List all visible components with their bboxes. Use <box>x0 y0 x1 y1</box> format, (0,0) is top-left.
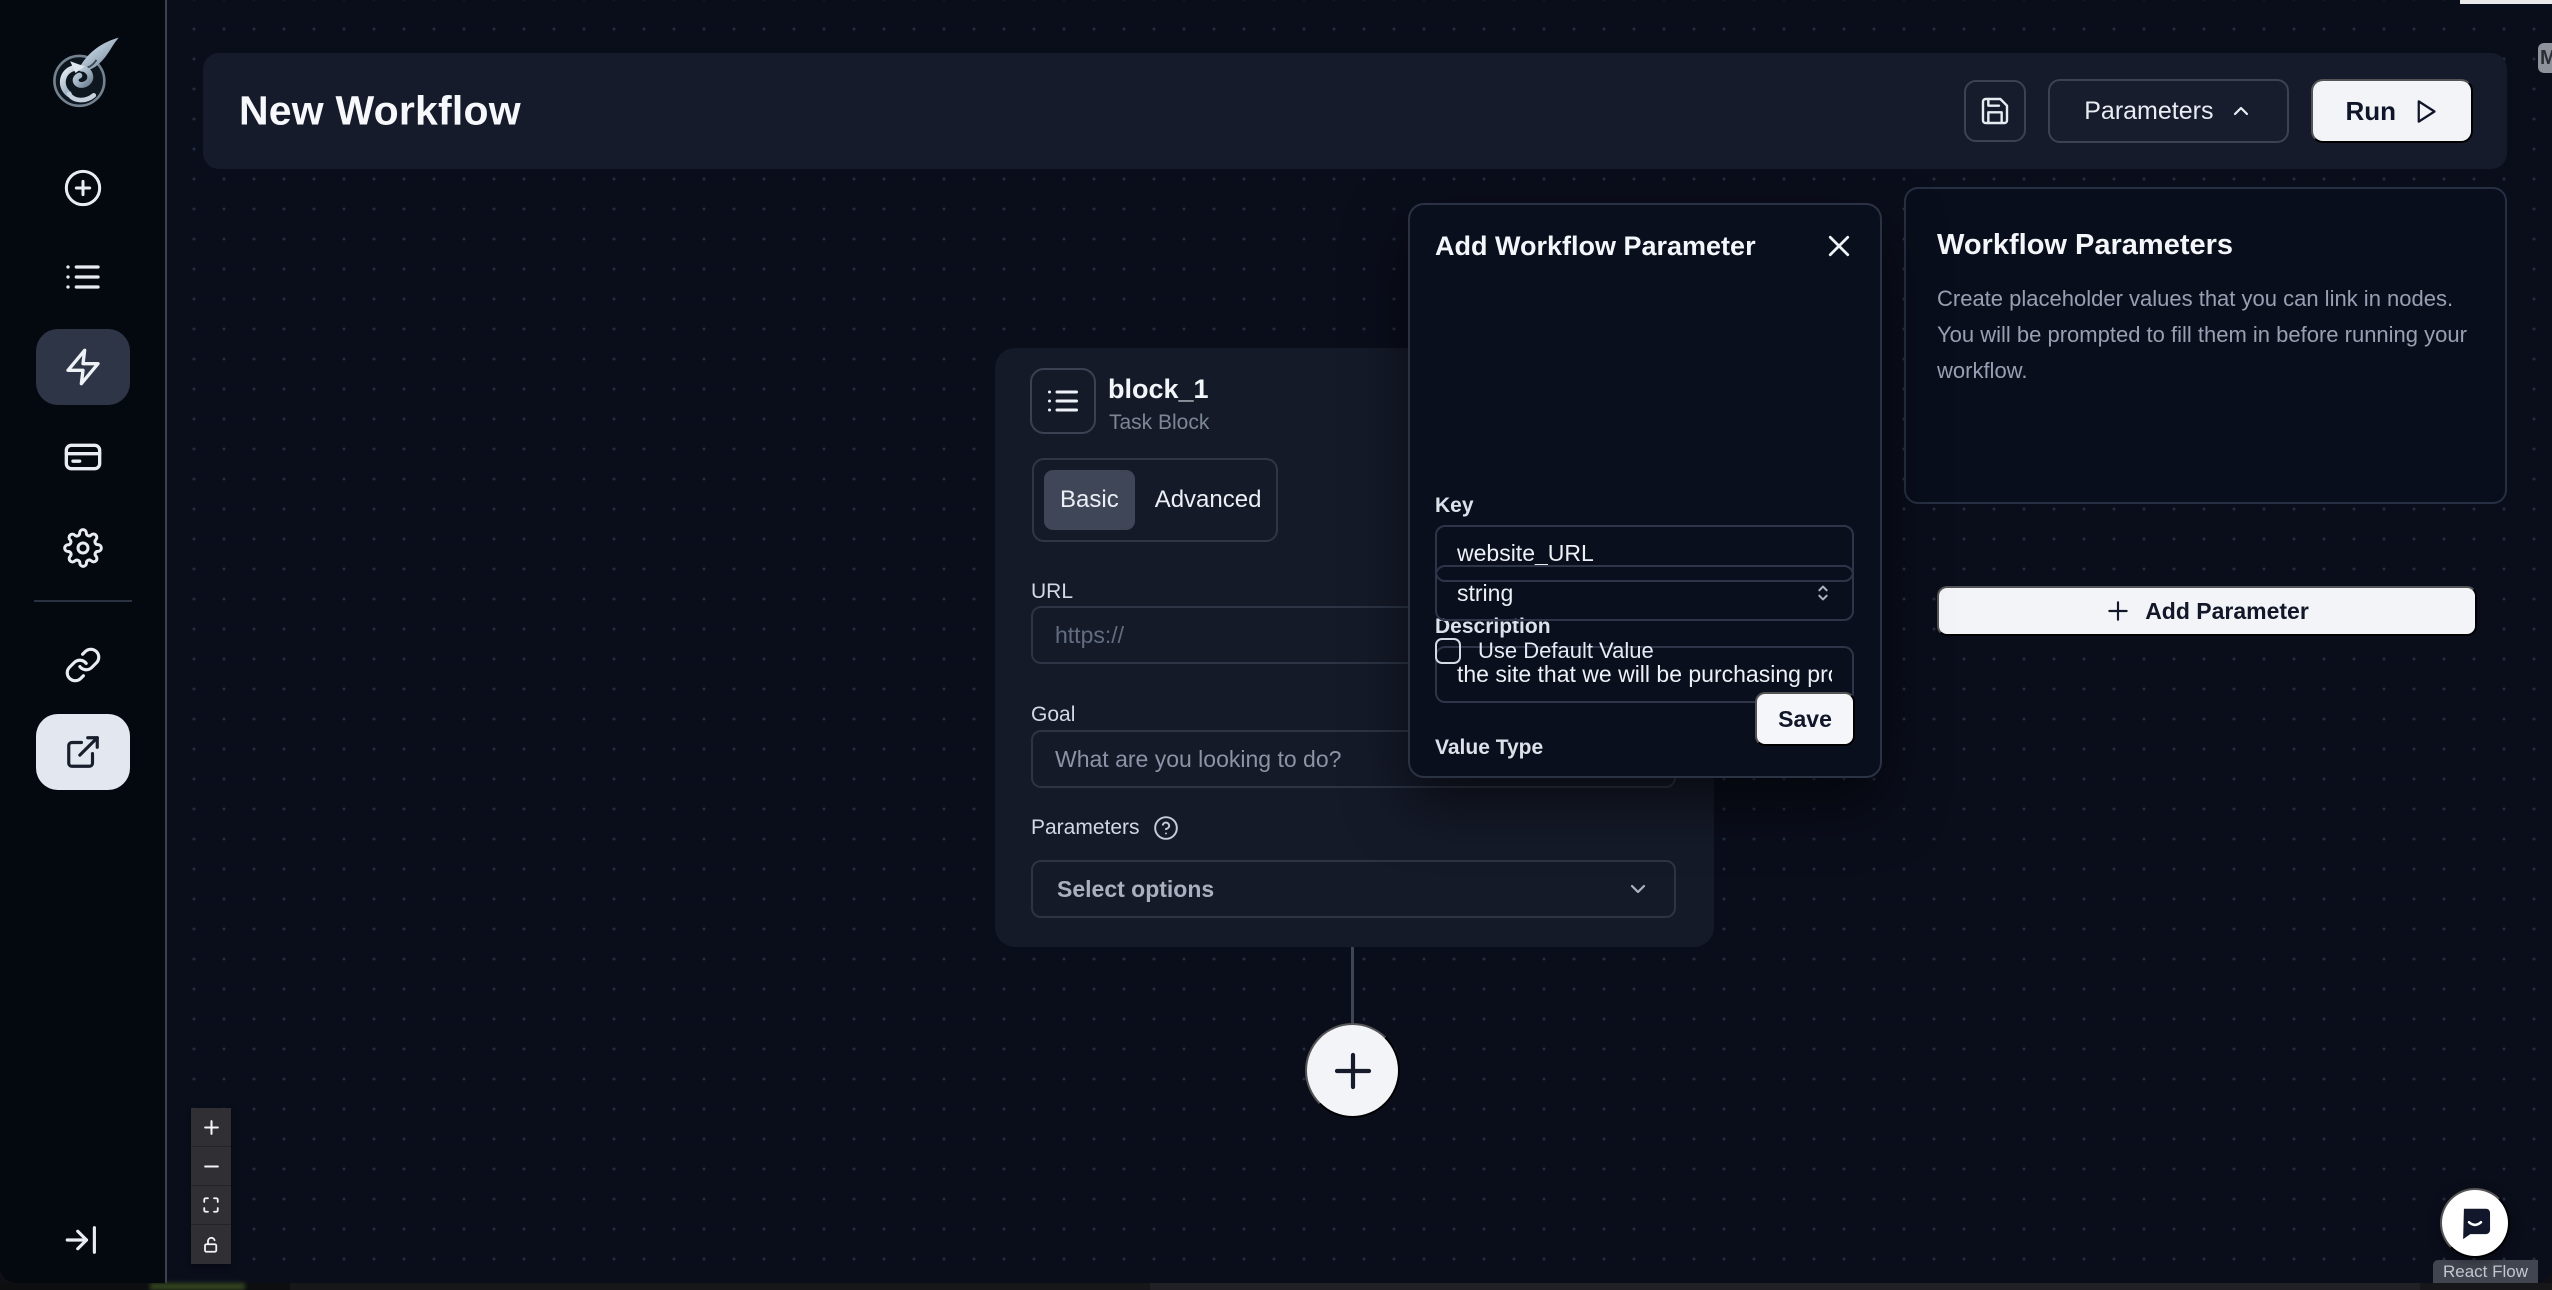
node-subtitle: Task Block <box>1109 411 1209 435</box>
chevron-up-icon <box>2229 99 2253 123</box>
attribution-label: React Flow <box>2443 1262 2528 1282</box>
close-button[interactable] <box>1822 229 1856 263</box>
add-node-button[interactable] <box>1305 1023 1400 1118</box>
add-parameter-label: Add Parameter <box>2145 598 2309 625</box>
unlock-icon <box>202 1236 220 1254</box>
top-edge-sliver <box>2460 0 2552 4</box>
header-bar: New Workflow Parameters Run <box>203 53 2507 169</box>
goal-label: Goal <box>1031 703 1075 727</box>
parameters-label: Parameters <box>1031 816 1140 840</box>
sidebar <box>0 0 167 1283</box>
clipped-overlay-fragment: M <box>2538 43 2552 73</box>
parameters-toggle-button[interactable]: Parameters <box>2048 79 2289 143</box>
edge-connector <box>1351 947 1354 1025</box>
zoom-out-button[interactable] <box>191 1147 231 1186</box>
zap-icon <box>63 347 103 387</box>
zoom-in-button[interactable] <box>191 1108 231 1147</box>
save-button-label: Save <box>1778 706 1832 733</box>
header-actions: Parameters Run <box>1964 79 2473 143</box>
support-chat-button[interactable] <box>2440 1188 2510 1258</box>
flow-controls <box>191 1108 231 1264</box>
play-icon <box>2412 98 2439 125</box>
plus-icon <box>2105 598 2131 624</box>
modal-title: Add Workflow Parameter <box>1435 231 1756 262</box>
parameters-row: Parameters <box>1031 815 1179 841</box>
fit-view-icon <box>202 1196 220 1214</box>
workflow-editor: New Workflow Parameters Run <box>0 0 2552 1290</box>
key-label: Key <box>1435 494 1474 518</box>
tab-advanced[interactable]: Advanced <box>1139 470 1278 530</box>
panel-title: Workflow Parameters <box>1937 229 2233 262</box>
save-workflow-button[interactable] <box>1964 80 2026 142</box>
save-button[interactable]: Save <box>1755 692 1855 746</box>
plus-icon <box>202 1118 221 1137</box>
page-title: New Workflow <box>239 88 521 135</box>
chat-bubble-icon <box>2456 1204 2494 1242</box>
sidebar-item-tasks[interactable] <box>57 251 109 303</box>
value-type-select[interactable]: string <box>1435 565 1854 621</box>
url-label: URL <box>1031 580 1073 604</box>
react-flow-attribution[interactable]: React Flow <box>2433 1260 2538 1283</box>
run-button-label: Run <box>2345 96 2396 127</box>
fit-view-button[interactable] <box>191 1186 231 1225</box>
parameters-select-value: Select options <box>1057 876 1214 903</box>
value-type-label: Value Type <box>1435 736 1543 760</box>
collapse-right-icon <box>62 1219 104 1261</box>
value-type-value: string <box>1457 580 1513 607</box>
gear-icon <box>63 528 103 568</box>
panel-description: Create placeholder values that you can l… <box>1937 281 2482 389</box>
chevron-down-icon <box>1626 877 1650 901</box>
list-icon <box>1045 383 1081 419</box>
app-window: New Workflow Parameters Run <box>0 0 2552 1283</box>
sidebar-item-external-active[interactable] <box>36 714 130 790</box>
task-block-icon-tile <box>1030 368 1096 434</box>
help-circle-icon[interactable] <box>1153 815 1179 841</box>
list-icon <box>63 257 103 297</box>
tab-basic[interactable]: Basic <box>1044 470 1135 530</box>
chevrons-up-down-icon <box>1812 582 1834 604</box>
node-tabs: Basic Advanced <box>1032 458 1278 542</box>
parameters-button-label: Parameters <box>2084 97 2213 126</box>
workflow-parameters-panel: Workflow Parameters Create placeholder v… <box>1904 187 2507 504</box>
skyvern-dragon-logo <box>40 28 124 118</box>
lock-button[interactable] <box>191 1225 231 1264</box>
desktop-strip <box>0 1283 2552 1290</box>
minus-icon <box>202 1157 221 1176</box>
sidebar-divider <box>34 600 132 602</box>
close-icon <box>1824 231 1854 261</box>
use-default-value-checkbox[interactable] <box>1435 638 1461 664</box>
parameters-select[interactable]: Select options <box>1031 860 1676 918</box>
credit-card-icon <box>63 437 103 477</box>
node-title: block_1 <box>1108 374 1209 405</box>
save-icon <box>1979 95 2011 127</box>
sidebar-item-link[interactable] <box>57 639 109 691</box>
run-button[interactable]: Run <box>2311 79 2473 143</box>
plus-circle-icon <box>63 168 103 208</box>
use-default-value-row: Use Default Value <box>1435 638 1654 664</box>
plus-icon <box>1329 1047 1377 1095</box>
external-link-icon <box>64 733 102 771</box>
clipped-overlay-text: M <box>2540 47 2552 70</box>
sidebar-item-workflows-active[interactable] <box>36 329 130 405</box>
use-default-value-label[interactable]: Use Default Value <box>1478 638 1654 664</box>
create-workflow-button[interactable] <box>57 162 109 214</box>
add-workflow-parameter-modal: Add Workflow Parameter Key Description V… <box>1408 203 1882 778</box>
sidebar-expand-button[interactable] <box>57 1214 109 1266</box>
add-parameter-button[interactable]: Add Parameter <box>1937 586 2477 636</box>
link-icon <box>64 646 102 684</box>
sidebar-item-settings[interactable] <box>57 522 109 574</box>
sidebar-item-billing[interactable] <box>57 431 109 483</box>
